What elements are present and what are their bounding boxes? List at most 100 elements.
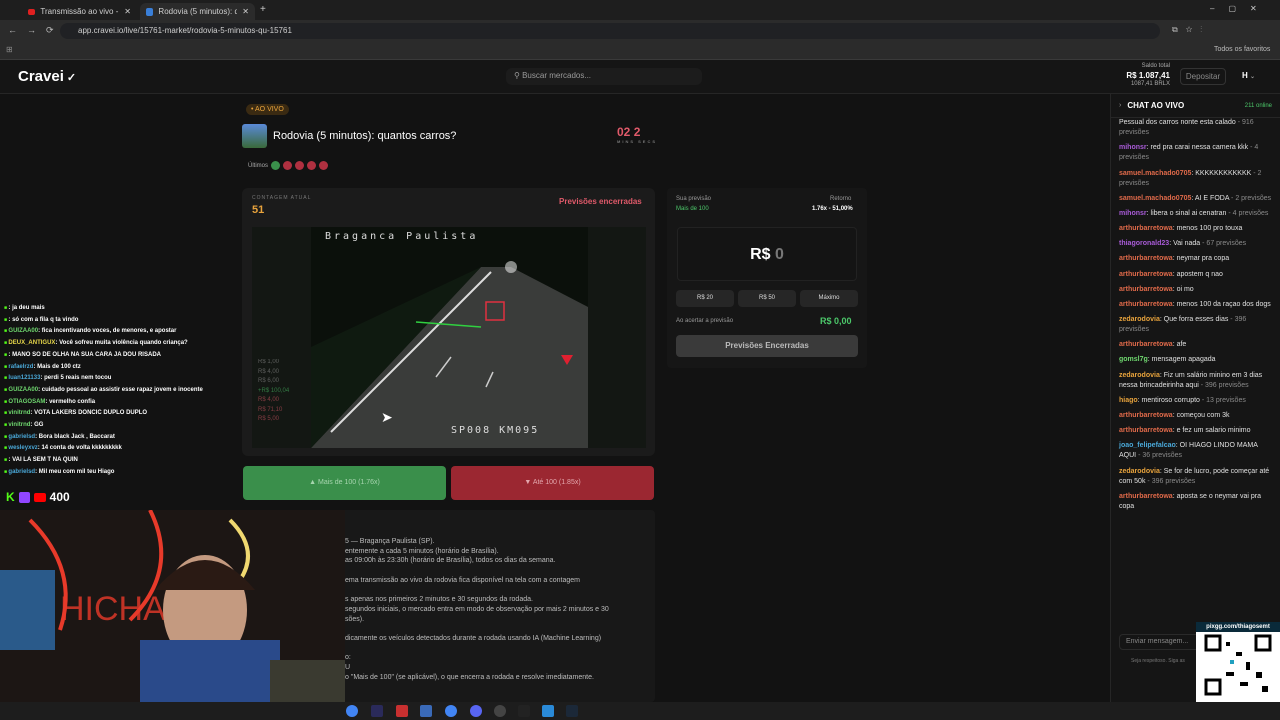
chat-username[interactable]: samuel.machado0705 [1119,170,1191,177]
chat-username[interactable]: arthurbarretowa [1119,286,1173,293]
chat-username[interactable]: arthurbarretowa [1119,427,1173,434]
overlay-chat-line: ■ gabrielsd: Mil meu com mil teu Hiago [4,467,244,479]
recent-bets-list: R$ 1,00 R$ 4,00 R$ 6,00 +R$ 100,04 R$ 4,00 R$… [258,358,289,425]
chat-meta: - 67 previsões [1200,240,1247,248]
timer-sec-label: SECS [638,139,658,144]
chat-username[interactable]: zedarodovia [1119,316,1160,323]
triangle-down-icon: ▼ [524,479,533,486]
chat-message: joao_felipefalcao: OI HIAGO LINDO MAMA A… [1111,441,1280,461]
result-down-icon [319,161,329,170]
chrome-profile-icon[interactable] [445,705,457,717]
bet-down-button[interactable]: ▼ Até 100 (1.85x) [451,466,654,500]
video-km-text: SP008 KM095 [451,425,540,436]
chat-text: : menos 100 pro touxa [1172,225,1243,233]
nav-arrows-icon[interactable]: ←→⟳ [8,25,64,36]
chat-username[interactable]: gomsl7g [1119,356,1148,363]
new-tab-icon[interactable]: + [260,4,266,15]
overlay-username: luan121133 [8,375,41,382]
chat-header: › CHAT AO VIVO 211 online [1111,94,1280,118]
chat-username[interactable]: arthurbarretowa [1119,255,1173,262]
chat-username[interactable]: arthurbarretowa [1119,271,1173,278]
collapse-chat-icon[interactable]: › [1119,102,1121,109]
apps-icon[interactable]: ⊞ [6,45,13,54]
window-controls-icon[interactable]: –▢✕ [1210,4,1271,13]
overlay-text: : MANO SO DE OLHA NA SUA CARA JA DOU RIS… [8,351,161,358]
chat-message: arthurbarretowa: e fez um salario minimo [1111,426,1280,436]
win-label: Ao acertar a previsão [676,318,734,324]
files-icon[interactable] [420,705,432,717]
chat-username[interactable]: arthurbarretowa [1119,412,1173,419]
result-down-icon [307,161,317,170]
svg-text:HICHA: HICHA [60,590,166,628]
description-line [345,644,609,654]
chat-text: : KKKKKKKKKKKK [1191,169,1252,177]
bet-up-button[interactable]: ▲ Mais de 100 (1.76x) [243,466,446,500]
return-label: Retorno [830,196,852,202]
webcam-overlay: HICHA [0,510,345,702]
chat-messages: Pessual dos carros nonte esta calado - 9… [1111,118,1280,626]
chevron-down-icon: ⌄ [1250,74,1256,80]
obs-icon[interactable] [494,705,506,717]
chat-username[interactable]: zedarodovia [1119,468,1160,475]
chat-username[interactable]: samuel.machado0705 [1119,195,1191,202]
predictions-closed-button[interactable]: Previsões Encerradas [676,335,858,357]
amount-50-button[interactable]: R$ 50 [738,290,796,307]
chat-message: samuel.machado0705: AI E FODA - 2 previs… [1111,194,1280,204]
app-icon[interactable] [518,705,530,717]
amount-max-button[interactable]: Máximo [800,290,858,307]
browser-extension-icons[interactable]: ⧉☆⋮ [1172,25,1210,35]
cursor-icon: ➤ [381,409,393,425]
close-icon[interactable]: ✕ [124,7,131,16]
timer-min-label: MINS [617,139,635,144]
chat-username[interactable]: thiagoronald23 [1119,240,1169,247]
webcam-image: HICHA [0,510,345,702]
chat-text: : Vai nada [1169,240,1201,248]
chat-username[interactable]: zedarodovia [1119,372,1160,379]
tab-youtube[interactable]: Transmissão ao vivo - YouTube ✕ [22,3,137,20]
chat-username[interactable]: arthurbarretowa [1119,301,1173,308]
chat-username[interactable]: hiago [1119,397,1138,404]
overlay-username: vinitrnd [8,422,31,429]
all-bookmarks-link[interactable]: Todos os favoritos [1214,46,1270,53]
chat-username[interactable]: mihonsr [1119,210,1147,217]
recent-bet-item: R$ 6,00 [258,378,280,384]
deposit-button[interactable]: Depositar [1180,68,1226,85]
chat-message: mihonsr: red pra carai nessa camera kkk … [1111,143,1280,163]
chat-username[interactable]: mihonsr [1119,144,1147,151]
amount-prefix: R$ [750,246,771,263]
chat-message: arthurbarretowa: afe [1111,340,1280,350]
amount-20-button[interactable]: R$ 20 [676,290,734,307]
search-input[interactable]: ⚲ Buscar mercados... [506,68,702,85]
chat-username[interactable]: arthurbarretowa [1119,225,1173,232]
browser-tabbar: Transmissão ao vivo - YouTube ✕ Rodovia … [0,0,1280,20]
overlay-chat-line: ■ wesleyxvz: 14 conta de volta kkkkkkkkk [4,443,244,455]
active-app-icon[interactable] [542,705,554,717]
amount-input[interactable]: R$ 0 [677,227,857,281]
chrome-icon[interactable] [346,705,358,717]
overlay-text: : fica incentivando voces, de menores, e… [38,328,177,335]
chat-username[interactable]: arthurbarretowa [1119,341,1173,348]
result-up-icon [271,161,281,170]
brave-icon[interactable] [396,705,408,717]
discord-icon[interactable] [470,705,482,717]
steam-icon[interactable] [566,705,578,717]
description-line [345,624,609,634]
search-placeholder: Buscar mercados... [522,71,592,80]
tab-cravei[interactable]: Rodovia (5 minutos): quantos c ✕ [140,3,255,20]
close-icon[interactable]: ✕ [242,7,249,16]
url-bar[interactable]: app.cravei.io/live/15761-market/rodovia-… [60,23,1160,39]
premiere-icon[interactable] [371,705,383,717]
live-video[interactable]: Braganca Paulista SP008 KM095 ➤ [311,227,588,448]
chat-username[interactable]: joao_felipefalcao [1119,442,1176,449]
balance-sub: 1087,41 BRLX [1130,80,1170,87]
market-thumbnail [242,124,267,148]
logo[interactable]: Cravei ✓ [18,68,76,85]
chat-username[interactable]: arthurbarretowa [1119,493,1173,500]
user-menu[interactable]: H ⌄ [1242,71,1255,80]
chat-text: : red pra carai nessa camera kkk [1146,144,1249,152]
overlay-text: : GG [30,422,44,429]
chat-message: arthurbarretowa: apostem q nao [1111,270,1280,280]
chat-message: samuel.machado0705: KKKKKKKKKKKK - 2 pre… [1111,169,1280,189]
result-down-icon [283,161,293,170]
description-line: 5 — Bragança Paulista (SP). [345,538,435,545]
